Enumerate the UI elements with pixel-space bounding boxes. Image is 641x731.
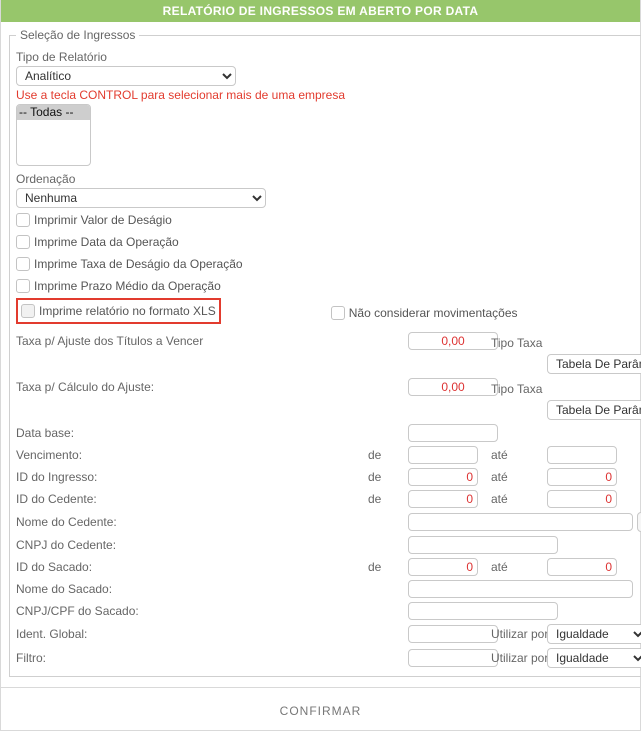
id-ingresso-ate-input[interactable] (547, 468, 617, 486)
ate-label: até (491, 492, 541, 506)
chk-label: Imprime Taxa de Deságio da Operação (34, 257, 243, 271)
checkbox-icon (21, 304, 35, 318)
empresa-hint: Use a tecla CONTROL para selecionar mais… (16, 88, 641, 102)
confirm-button[interactable]: CONFIRMAR (0, 688, 641, 731)
tipo-relatorio-select[interactable]: Analítico (16, 66, 236, 86)
id-sacado-label: ID do Sacado: (16, 560, 156, 574)
tipo-relatorio-label: Tipo de Relatório (16, 50, 641, 64)
tipo-taxa-select-2[interactable]: Tabela De Parâmetros (547, 400, 641, 420)
id-sacado-ate-input[interactable] (547, 558, 617, 576)
ordenacao-label: Ordenação (16, 172, 641, 186)
chk-valor-desagio[interactable]: Imprimir Valor de Deságio (16, 213, 172, 227)
chk-nao-considerar[interactable]: Não considerar movimentações (331, 306, 518, 320)
nome-cedente-label: Nome do Cedente: (16, 515, 156, 529)
vencimento-label: Vencimento: (16, 448, 156, 462)
id-cedente-de-input[interactable] (408, 490, 478, 508)
chk-label: Imprime Prazo Médio da Operação (34, 279, 221, 293)
ident-global-label: Ident. Global: (16, 627, 156, 641)
cnpj-cpf-sacado-input[interactable] (408, 602, 558, 620)
utilizar-por-label-1: Utilizar por: (491, 627, 541, 641)
ate-label: até (491, 560, 541, 574)
de-label: de (368, 470, 402, 484)
cnpj-cpf-sacado-label: CNPJ/CPF do Sacado: (16, 604, 156, 618)
utilizar-por-select-2[interactable]: Igualdade (547, 648, 641, 668)
filtro-input[interactable] (408, 649, 498, 667)
nome-cedente-input[interactable] (408, 513, 633, 531)
ate-label: até (491, 470, 541, 484)
id-cedente-ate-input[interactable] (547, 490, 617, 508)
fields-grid: Taxa p/ Ajuste dos Títulos a Vencer Tipo… (16, 332, 641, 668)
chk-label: Não considerar movimentações (349, 306, 518, 320)
cnpj-cedente-input[interactable] (408, 536, 558, 554)
de-label: de (368, 492, 402, 506)
form-panel: Seleção de Ingressos Tipo de Relatório A… (0, 22, 641, 688)
nome-cedente-lookup-button[interactable]: ... (637, 512, 641, 532)
id-sacado-de-input[interactable] (408, 558, 478, 576)
tipo-taxa-label-1: Tipo Taxa (491, 336, 641, 350)
utilizar-por-label-2: Utilizar por: (491, 651, 541, 665)
filtro-label: Filtro: (16, 651, 156, 665)
utilizar-por-select-1[interactable]: Igualdade (547, 624, 641, 644)
nome-sacado-input[interactable] (408, 580, 633, 598)
chk-rel-xls[interactable]: Imprime relatório no formato XLS (21, 304, 216, 318)
checkbox-icon (16, 257, 30, 271)
chk-label: Imprime relatório no formato XLS (39, 304, 216, 318)
nome-sacado-label: Nome do Sacado: (16, 582, 156, 596)
chk-label: Imprimir Valor de Deságio (34, 213, 172, 227)
group-legend: Seleção de Ingressos (16, 28, 139, 42)
tipo-taxa-label-2: Tipo Taxa (491, 382, 641, 396)
selecao-ingressos-group: Seleção de Ingressos Tipo de Relatório A… (9, 28, 641, 677)
data-base-label: Data base: (16, 426, 156, 440)
ordenacao-select[interactable]: Nenhuma (16, 188, 266, 208)
chk-taxa-desagio[interactable]: Imprime Taxa de Deságio da Operação (16, 257, 243, 271)
checkbox-icon (331, 306, 345, 320)
taxa-calculo-ajuste-input[interactable] (408, 378, 498, 396)
page-title: RELATÓRIO DE INGRESSOS EM ABERTO POR DAT… (0, 0, 641, 22)
id-cedente-label: ID do Cedente: (16, 492, 156, 506)
chk-prazo-medio[interactable]: Imprime Prazo Médio da Operação (16, 279, 221, 293)
ate-label: até (491, 448, 541, 462)
ident-global-input[interactable] (408, 625, 498, 643)
chk-data-operacao[interactable]: Imprime Data da Operação (16, 235, 179, 249)
data-base-input[interactable] (408, 424, 498, 442)
taxa-calculo-ajuste-label: Taxa p/ Cálculo do Ajuste: (16, 380, 156, 394)
chk-label: Imprime Data da Operação (34, 235, 179, 249)
checkbox-icon (16, 279, 30, 293)
checkbox-icon (16, 235, 30, 249)
taxa-ajuste-titulos-input[interactable] (408, 332, 498, 350)
id-ingresso-de-input[interactable] (408, 468, 478, 486)
highlight-rel-xls: Imprime relatório no formato XLS (16, 298, 221, 324)
vencimento-ate-input[interactable] (547, 446, 617, 464)
id-ingresso-label: ID do Ingresso: (16, 470, 156, 484)
de-label: de (368, 560, 402, 574)
taxa-ajuste-titulos-label: Taxa p/ Ajuste dos Títulos a Vencer (16, 334, 362, 348)
checkbox-icon (16, 213, 30, 227)
vencimento-de-input[interactable] (408, 446, 478, 464)
empresa-multiselect[interactable]: -- Todas -- (16, 104, 91, 166)
tipo-taxa-select-1[interactable]: Tabela De Parâmetros (547, 354, 641, 374)
cnpj-cedente-label: CNPJ do Cedente: (16, 538, 156, 552)
de-label: de (368, 448, 402, 462)
